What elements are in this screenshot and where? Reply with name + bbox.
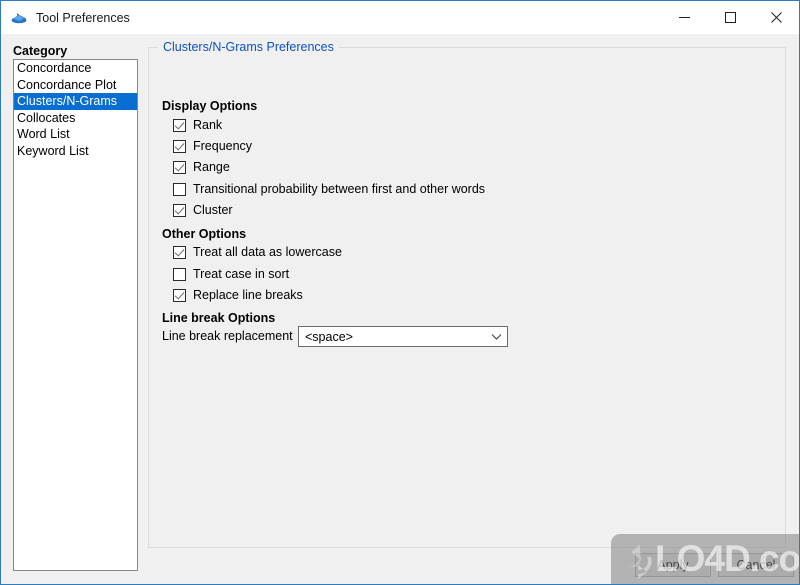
checkbox-label-range: Range <box>193 160 230 174</box>
title-bar: Tool Preferences <box>1 1 799 34</box>
checkbox-row-replace-line-breaks[interactable]: Replace line breaks <box>173 288 303 302</box>
checkbox-label-replace-line-breaks: Replace line breaks <box>193 288 303 302</box>
checkbox-row-frequency[interactable]: Frequency <box>173 139 252 153</box>
checkbox-label-transitional-probability: Transitional probability between first a… <box>193 182 486 196</box>
dialog-client-area: Category Concordance Concordance Plot Cl… <box>1 34 799 584</box>
checkbox-row-treat-case-in-sort[interactable]: Treat case in sort <box>173 267 289 281</box>
category-item-concordance-plot[interactable]: Concordance Plot <box>14 77 137 94</box>
category-item-clusters-ngrams[interactable]: Clusters/N-Grams <box>14 93 137 110</box>
cancel-button[interactable]: Cancel <box>718 553 794 577</box>
checkbox-label-treat-lowercase: Treat all data as lowercase <box>193 245 342 259</box>
category-label: Category <box>13 44 68 58</box>
checkbox-cluster[interactable] <box>173 203 186 217</box>
window-controls <box>661 1 799 33</box>
checkbox-row-transitional-probability[interactable]: Transitional probability between first a… <box>173 182 485 196</box>
checkbox-frequency[interactable] <box>173 139 186 153</box>
other-options-heading: Other Options <box>162 227 247 241</box>
close-button[interactable] <box>753 1 799 33</box>
apply-button[interactable]: Apply <box>635 553 711 577</box>
checkbox-label-cluster: Cluster <box>193 203 233 217</box>
maximize-button[interactable] <box>707 1 753 33</box>
category-item-word-list[interactable]: Word List <box>14 126 137 143</box>
title-bar-left: Tool Preferences <box>10 1 130 34</box>
preferences-group-title: Clusters/N-Grams Preferences <box>158 40 339 54</box>
line-break-replacement-select[interactable]: <space> <box>298 326 508 347</box>
checkbox-label-rank: Rank <box>193 118 223 132</box>
checkbox-range[interactable] <box>173 160 186 174</box>
antconc-logo-icon <box>10 9 28 27</box>
checkbox-rank[interactable] <box>173 118 186 132</box>
checkbox-row-treat-lowercase[interactable]: Treat all data as lowercase <box>173 245 342 259</box>
line-break-options-heading: Line break Options <box>162 311 276 325</box>
line-break-replacement-value: <space> <box>305 329 353 344</box>
checkbox-row-range[interactable]: Range <box>173 160 230 174</box>
category-item-concordance[interactable]: Concordance <box>14 60 137 77</box>
category-listbox[interactable]: Concordance Concordance Plot Clusters/N-… <box>13 59 138 571</box>
close-icon <box>770 11 782 23</box>
checkbox-row-rank[interactable]: Rank <box>173 118 222 132</box>
checkbox-treat-lowercase[interactable] <box>173 245 186 259</box>
minimize-icon <box>678 16 690 18</box>
checkbox-replace-line-breaks[interactable] <box>173 288 186 302</box>
checkbox-transitional-probability[interactable] <box>173 182 186 196</box>
line-break-replacement-label: Line break replacement <box>162 329 293 343</box>
category-item-collocates[interactable]: Collocates <box>14 110 137 127</box>
minimize-button[interactable] <box>661 1 707 33</box>
tool-preferences-window: Tool Preferences Category Concordance Co… <box>0 0 800 585</box>
checkbox-label-frequency: Frequency <box>193 139 253 153</box>
window-title: Tool Preferences <box>36 10 130 25</box>
maximize-icon <box>724 11 736 23</box>
category-item-keyword-list[interactable]: Keyword List <box>14 143 137 160</box>
checkbox-label-treat-case-in-sort: Treat case in sort <box>193 267 290 281</box>
display-options-heading: Display Options <box>162 99 258 113</box>
chevron-down-icon[interactable] <box>485 327 507 346</box>
checkbox-row-cluster[interactable]: Cluster <box>173 203 233 217</box>
checkbox-treat-case-in-sort[interactable] <box>173 267 186 281</box>
